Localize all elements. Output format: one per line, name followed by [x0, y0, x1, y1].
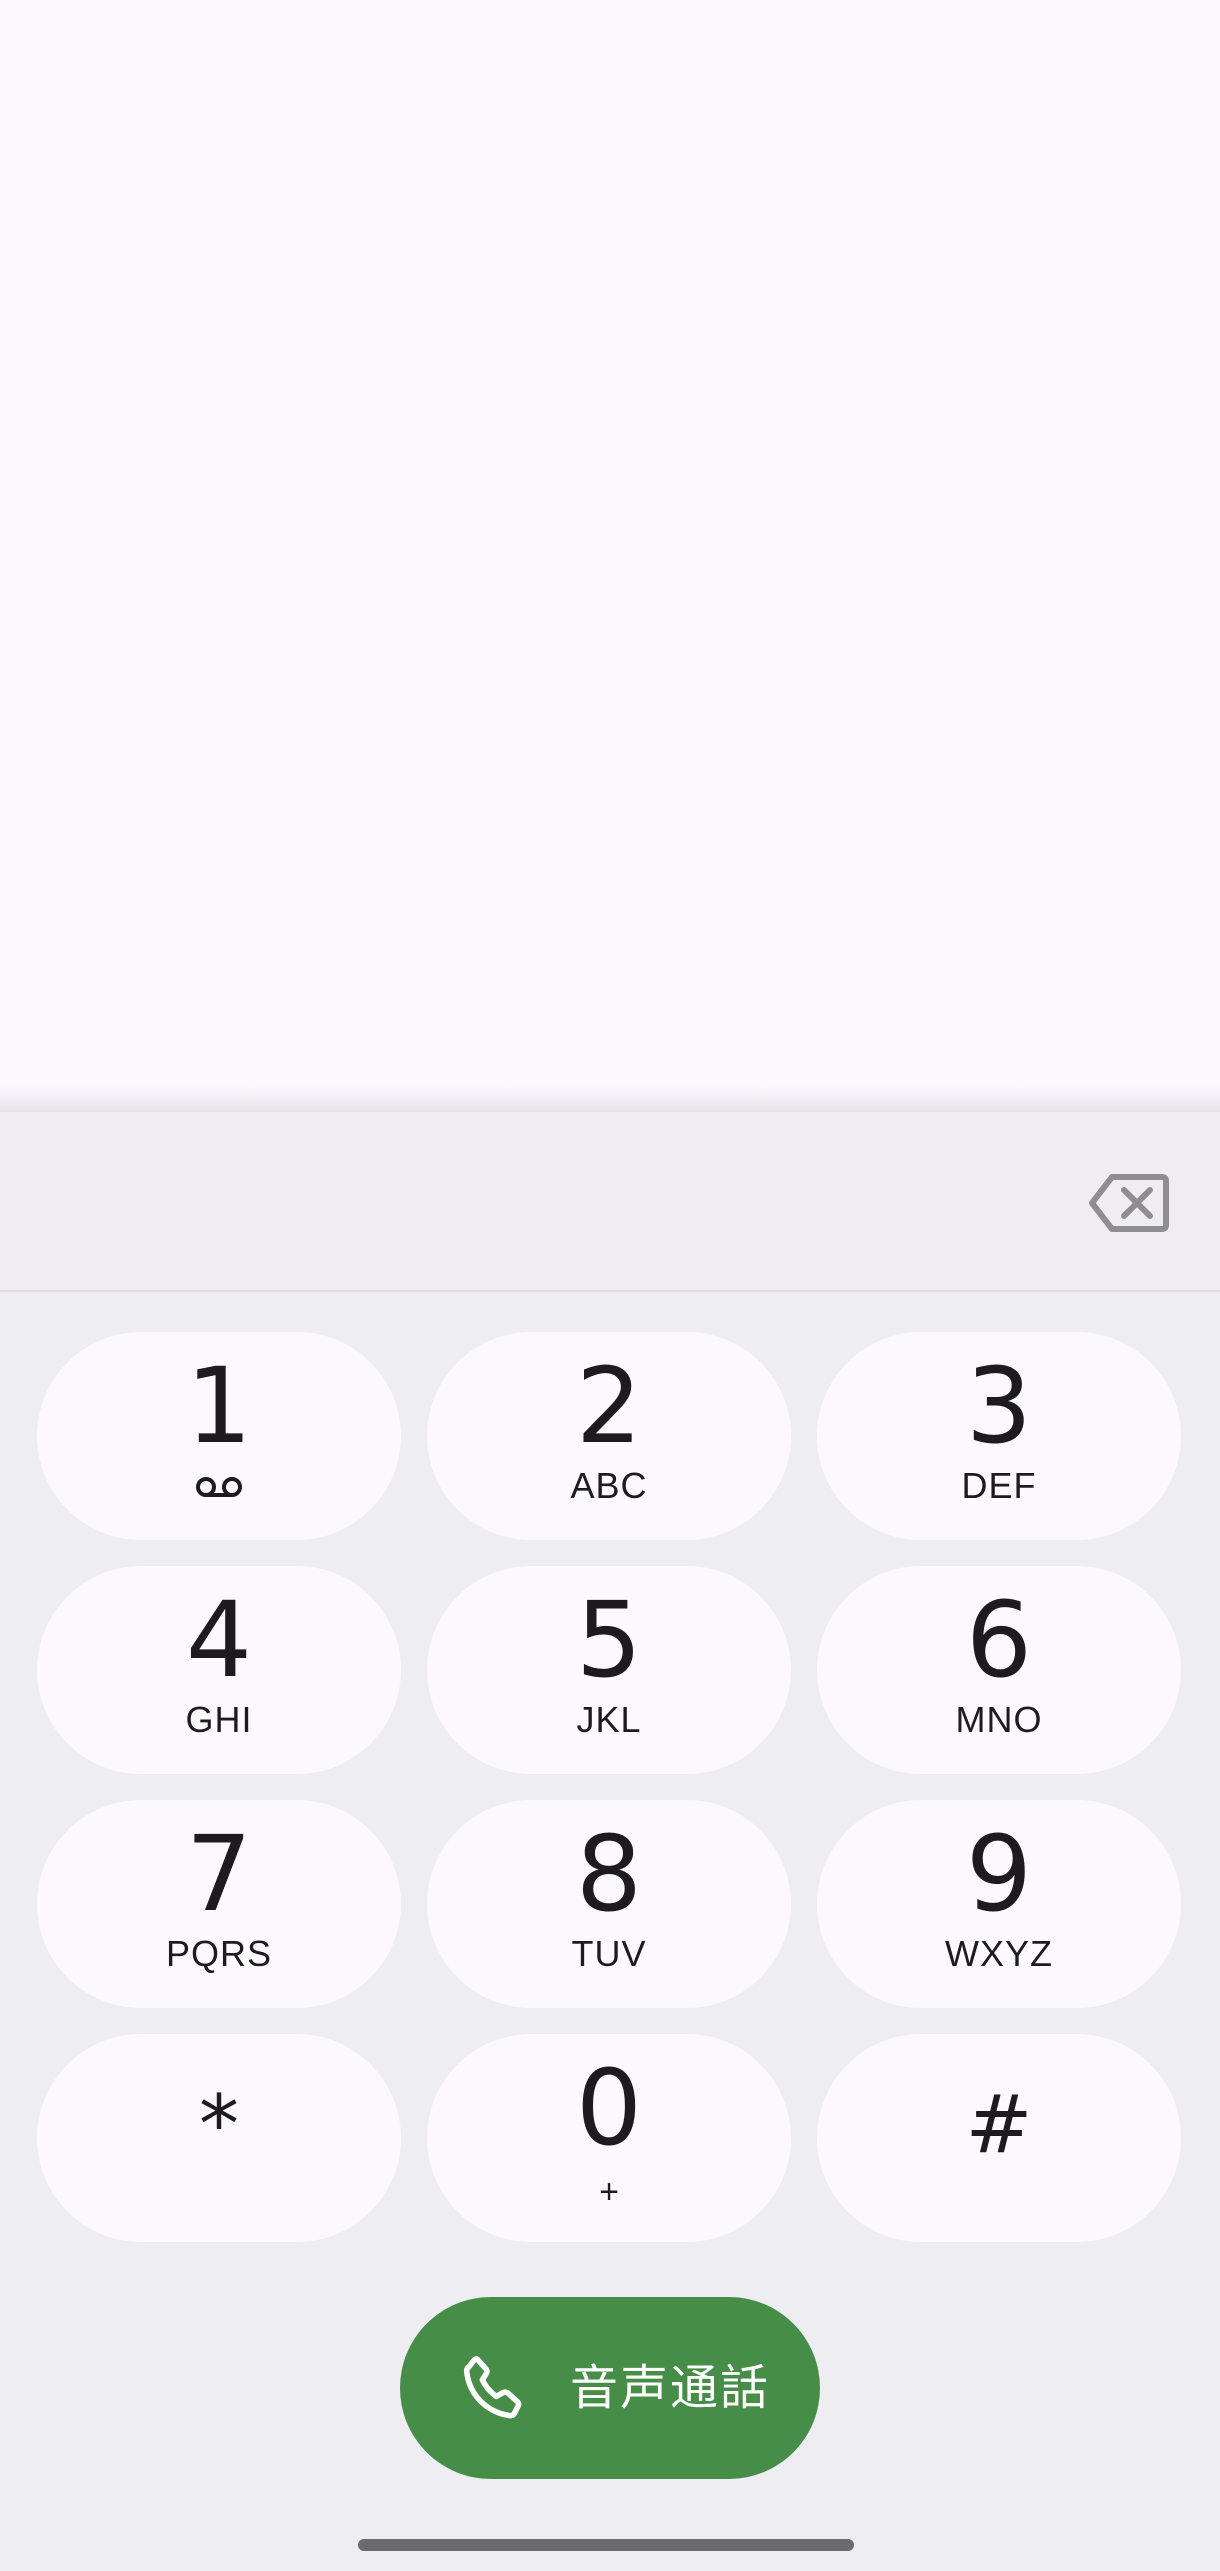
key-letters: JKL: [576, 1699, 642, 1740]
key-digit: 2: [575, 1345, 643, 1467]
key-digit: 5: [575, 1579, 643, 1701]
phone-icon: [456, 2349, 534, 2427]
key-9[interactable]: 9 WXYZ: [817, 1800, 1181, 2008]
key-digit: #: [965, 2078, 1033, 2171]
home-indicator[interactable]: [358, 2539, 854, 2551]
key-digit: 4: [185, 1579, 253, 1701]
key-digit: 6: [965, 1579, 1033, 1701]
backspace-icon[interactable]: [1088, 1172, 1170, 1234]
key-digit: 1: [185, 1345, 253, 1467]
key-2[interactable]: 2 ABC: [427, 1332, 791, 1540]
key-digit: 0: [575, 2047, 643, 2169]
key-8[interactable]: 8 TUV: [427, 1800, 791, 2008]
voicemail-icon: [194, 1472, 244, 1502]
key-letters: TUV: [571, 1933, 647, 1974]
key-letters: +: [599, 2173, 619, 2211]
number-input-bar: [0, 1112, 1220, 1292]
key-letters: GHI: [185, 1699, 253, 1740]
key-letters: WXYZ: [945, 1933, 1053, 1974]
key-0[interactable]: 0 +: [427, 2034, 791, 2242]
key-4[interactable]: 4 GHI: [37, 1566, 401, 1774]
key-digit: 8: [575, 1813, 643, 1935]
key-letters: ABC: [570, 1465, 648, 1506]
key-pound[interactable]: #: [817, 2034, 1181, 2242]
key-3[interactable]: 3 DEF: [817, 1332, 1181, 1540]
call-button-label: 音声通話: [570, 2360, 771, 2416]
divider-shadow: [0, 1086, 1220, 1112]
key-digit: 3: [965, 1345, 1033, 1467]
dialer-screen: 1 2 ABC 3 DEF 4 GHI 5 JKL 6 MNO 7 PQRS 8…: [0, 0, 1220, 2571]
key-star[interactable]: *: [37, 2034, 401, 2242]
key-digit: 7: [185, 1813, 253, 1935]
key-letters: MNO: [955, 1699, 1043, 1740]
suggestions-area: [0, 0, 1220, 1086]
key-6[interactable]: 6 MNO: [817, 1566, 1181, 1774]
dialed-number[interactable]: [40, 1152, 1040, 1252]
voice-call-button[interactable]: 音声通話: [400, 2297, 820, 2479]
key-digit: *: [199, 2078, 239, 2171]
key-digit: 9: [965, 1813, 1033, 1935]
key-7[interactable]: 7 PQRS: [37, 1800, 401, 2008]
key-5[interactable]: 5 JKL: [427, 1566, 791, 1774]
key-letters: PQRS: [165, 1933, 273, 1974]
key-letters: DEF: [961, 1465, 1037, 1506]
key-1[interactable]: 1: [37, 1332, 401, 1540]
